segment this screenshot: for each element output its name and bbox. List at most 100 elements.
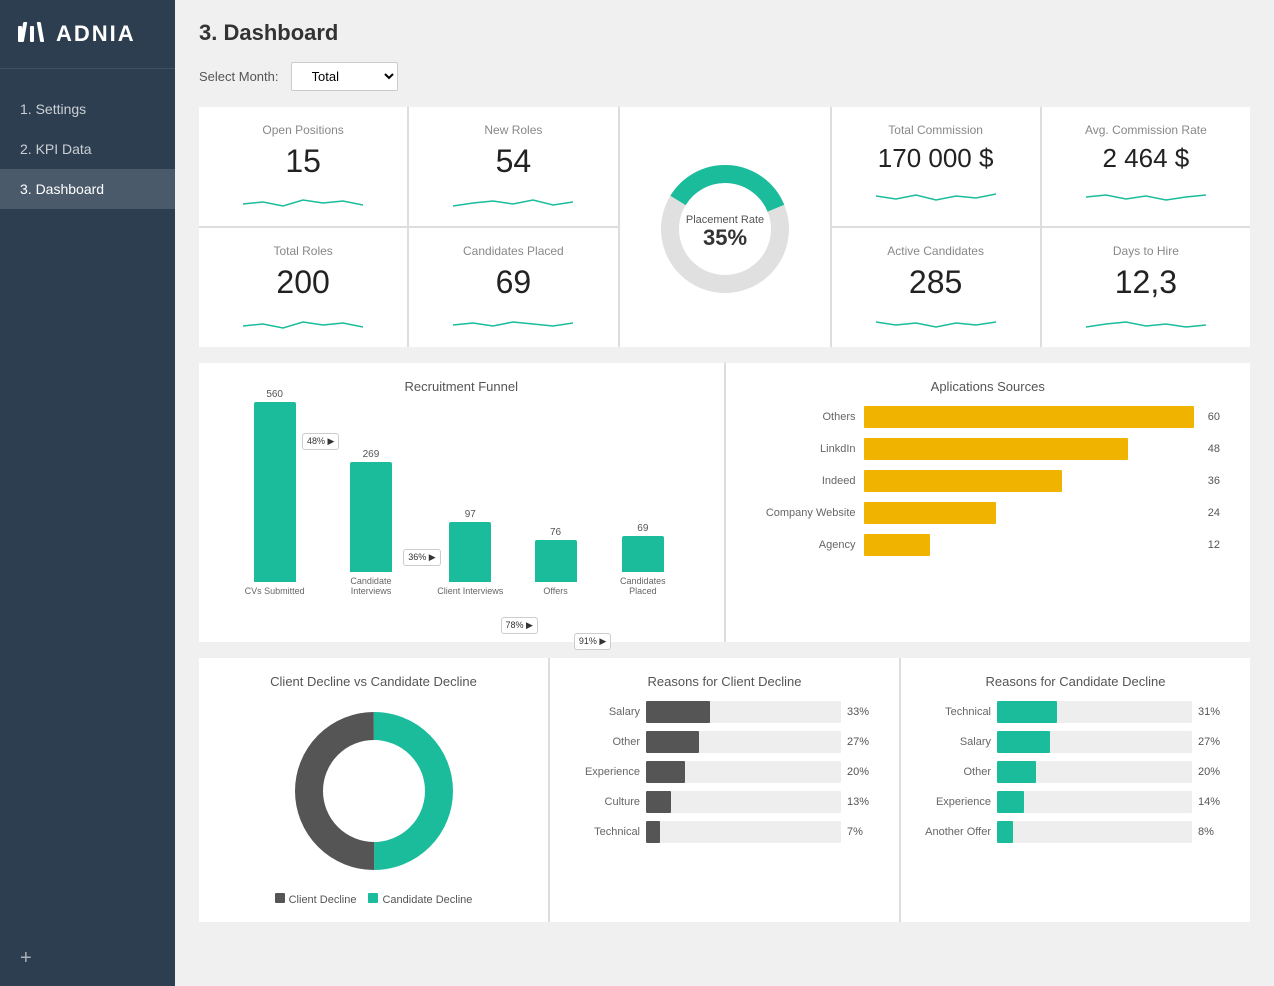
funnel-bar-placed xyxy=(622,536,664,572)
source-others-bar-wrap xyxy=(864,406,1194,428)
client-bar-technical xyxy=(646,821,660,843)
funnel-val-cvs: 560 xyxy=(266,389,283,400)
client-row-technical: Technical 7% xyxy=(570,821,879,843)
funnel-col-cand-int: 48% ▶ 269 Candidate Interviews xyxy=(336,449,406,596)
kpi-days-to-hire-sparkline xyxy=(1062,311,1230,335)
sidebar-item-kpi[interactable]: 2. KPI Data xyxy=(0,129,175,169)
donut-container: Placement Rate 35% xyxy=(655,159,795,299)
client-label-salary: Salary xyxy=(570,706,640,718)
cand-label-another: Another Offer xyxy=(921,826,991,838)
funnel-bar-offers xyxy=(535,540,577,582)
legend-client: Client Decline xyxy=(275,893,357,906)
source-others-label: Others xyxy=(756,411,856,423)
sidebar-item-settings[interactable]: 1. Settings xyxy=(0,89,175,129)
kpi-avg-commission-value: 2 464 $ xyxy=(1062,143,1230,174)
bottom-row: Client Decline vs Candidate Decline 50% … xyxy=(199,658,1250,922)
cand-bar-wrap-technical xyxy=(997,701,1192,723)
client-bar-wrap-salary xyxy=(646,701,841,723)
sidebar-logo: ADNIA xyxy=(0,0,175,69)
cand-row-technical: Technical 31% xyxy=(921,701,1230,723)
kpi-new-roles-sparkline xyxy=(429,190,597,214)
kpi-open-positions-sparkline xyxy=(219,190,387,214)
decline-legend: Client Decline Candidate Decline xyxy=(275,893,473,906)
funnel-bar-client-int xyxy=(449,522,491,582)
source-linkedin-label: LinkdIn xyxy=(756,443,856,455)
funnel-arrow-4: 91% ▶ xyxy=(574,633,611,650)
cand-pct-another: 8% xyxy=(1198,826,1230,838)
source-others-val: 60 xyxy=(1208,411,1220,423)
kpi-new-roles-label: New Roles xyxy=(429,123,597,137)
funnel-label-cvs: CVs Submitted xyxy=(245,586,305,596)
svg-text:35%: 35% xyxy=(702,225,746,250)
client-decline-chart: Salary 33% Other 27% Experience xyxy=(570,701,879,843)
logo-text: ADNIA xyxy=(56,21,136,47)
cand-bar-other xyxy=(997,761,1036,783)
client-label-technical: Technical xyxy=(570,826,640,838)
kpi-active-candidates: Active Candidates 285 xyxy=(832,228,1040,347)
cand-label-experience: Experience xyxy=(921,796,991,808)
kpi-total-commission-sparkline xyxy=(852,184,1020,208)
source-linkedin-bar xyxy=(864,438,1128,460)
cand-label-other: Other xyxy=(921,766,991,778)
cand-bar-wrap-another xyxy=(997,821,1192,843)
kpi-total-roles-sparkline xyxy=(219,311,387,335)
cand-bar-technical xyxy=(997,701,1057,723)
client-label-experience: Experience xyxy=(570,766,640,778)
client-pct-technical: 7% xyxy=(847,826,879,838)
client-bar-culture xyxy=(646,791,671,813)
app-sources-list: Others 60 LinkdIn 48 Indeed xyxy=(746,406,1231,556)
kpi-total-roles-label: Total Roles xyxy=(219,244,387,258)
client-bar-wrap-experience xyxy=(646,761,841,783)
sidebar: ADNIA 1. Settings 2. KPI Data 3. Dashboa… xyxy=(0,0,175,986)
kpi-candidates-placed-sparkline xyxy=(429,311,597,335)
page-title: 3. Dashboard xyxy=(199,20,1250,46)
client-pct-other: 27% xyxy=(847,736,879,748)
client-pct-salary: 33% xyxy=(847,706,879,718)
candidate-decline-title: Reasons for Candidate Decline xyxy=(921,674,1230,689)
filter-label: Select Month: xyxy=(199,69,279,84)
kpi-total-roles: Total Roles 200 xyxy=(199,228,407,347)
candidate-decline-card: Reasons for Candidate Decline Technical … xyxy=(901,658,1250,922)
client-bar-wrap-other xyxy=(646,731,841,753)
client-label-other: Other xyxy=(570,736,640,748)
sidebar-nav: 1. Settings 2. KPI Data 3. Dashboard xyxy=(0,69,175,931)
month-select[interactable]: Total JanuaryFebruaryMarch xyxy=(291,62,398,91)
source-indeed-bar xyxy=(864,470,1062,492)
decline-donut-title: Client Decline vs Candidate Decline xyxy=(219,674,528,689)
decline-donut-card: Client Decline vs Candidate Decline 50% … xyxy=(199,658,548,922)
kpi-total-commission-label: Total Commission xyxy=(852,123,1020,137)
source-company: Company Website 24 xyxy=(756,502,1221,524)
funnel-label-cand-int: Candidate Interviews xyxy=(336,576,406,596)
cand-label-technical: Technical xyxy=(921,706,991,718)
kpi-total-roles-value: 200 xyxy=(219,264,387,301)
source-indeed-label: Indeed xyxy=(756,475,856,487)
sidebar-item-dashboard[interactable]: 3. Dashboard xyxy=(0,169,175,209)
source-indeed: Indeed 36 xyxy=(756,470,1221,492)
funnel-val-offers: 76 xyxy=(550,527,561,538)
source-linkedin-val: 48 xyxy=(1208,443,1220,455)
kpi-new-roles: New Roles 54 xyxy=(409,107,617,226)
funnel-bar-cvs xyxy=(254,402,296,582)
add-button[interactable]: + xyxy=(0,931,175,986)
source-linkedin: LinkdIn 48 xyxy=(756,438,1221,460)
recruitment-funnel-card: Recruitment Funnel 560 CVs Submitted 48%… xyxy=(199,363,724,642)
legend-candidate: Candidate Decline xyxy=(368,893,472,906)
source-indeed-val: 36 xyxy=(1208,475,1220,487)
funnel-col-client-int: 36% ▶ 97 Client Interviews xyxy=(437,509,503,596)
cand-bar-wrap-other xyxy=(997,761,1192,783)
kpi-grid: Open Positions 15 New Roles 54 Placement… xyxy=(199,107,1250,347)
decline-donut-svg: 50% 50% xyxy=(284,701,464,881)
cand-pct-technical: 31% xyxy=(1198,706,1230,718)
cand-bar-salary xyxy=(997,731,1050,753)
cand-row-salary: Salary 27% xyxy=(921,731,1230,753)
cand-bar-wrap-experience xyxy=(997,791,1192,813)
source-company-bar-wrap xyxy=(864,502,1194,524)
client-pct-culture: 13% xyxy=(847,796,879,808)
source-others: Others 60 xyxy=(756,406,1221,428)
decline-donut-wrap: 50% 50% Client Decline Candidate Decline xyxy=(219,701,528,906)
source-agency-bar xyxy=(864,534,930,556)
charts-row: Recruitment Funnel 560 CVs Submitted 48%… xyxy=(199,363,1250,642)
kpi-days-to-hire-label: Days to Hire xyxy=(1062,244,1230,258)
kpi-candidates-placed-value: 69 xyxy=(429,264,597,301)
client-row-experience: Experience 20% xyxy=(570,761,879,783)
